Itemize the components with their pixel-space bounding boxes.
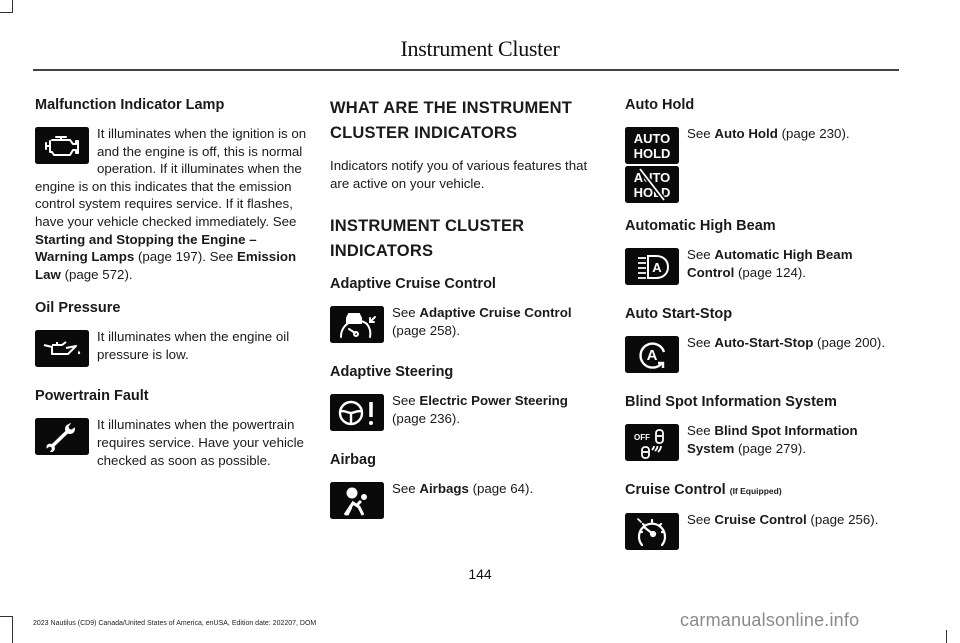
see-text: See bbox=[392, 393, 420, 409]
page-reference: (page 64). bbox=[468, 481, 534, 497]
entry-cruise-control: See Cruise Control (page 256). bbox=[625, 511, 897, 554]
see-text: See bbox=[392, 481, 420, 497]
see-text: See bbox=[687, 423, 715, 438]
section-heading-adaptive-cruise-control: Adaptive Cruise Control bbox=[330, 276, 496, 293]
auto-hold-label: AUTO HOLD bbox=[634, 131, 671, 161]
header-divider bbox=[33, 69, 899, 71]
entry-oil-pressure: It illuminates when the engine oil press… bbox=[35, 328, 307, 371]
steering-warning-icon bbox=[330, 394, 384, 432]
description-text: (page 572). bbox=[60, 266, 133, 282]
section-heading-malfunction-indicator-lamp: Malfunction Indicator Lamp bbox=[35, 97, 225, 113]
crop-mark-bottom-left-h bbox=[0, 616, 13, 617]
see-text: See bbox=[687, 126, 715, 141]
auto-high-beam-icon: A bbox=[625, 248, 679, 285]
check-engine-icon bbox=[35, 127, 89, 164]
section-heading-auto-start-stop: Auto Start-Stop bbox=[625, 306, 733, 322]
entry-powertrain-fault: It illuminates when the powertrain requi… bbox=[35, 416, 307, 469]
link-auto-start-stop[interactable]: Auto-Start-Stop bbox=[714, 335, 813, 350]
auto-hold-icons: AUTO HOLD AUTO HOLD bbox=[625, 125, 679, 203]
section-heading-airbag: Airbag bbox=[330, 452, 376, 469]
section-heading-cruise-control: Cruise Control (If Equipped) bbox=[625, 481, 897, 500]
blind-spot-off-label: OFF bbox=[634, 433, 650, 442]
link-cruise-control[interactable]: Cruise Control bbox=[714, 512, 806, 527]
adaptive-cruise-icon bbox=[330, 306, 384, 344]
section-heading-blind-spot: Blind Spot Information System bbox=[625, 394, 837, 410]
entry-blind-spot: OFF See Blind Spot Information System (p… bbox=[625, 422, 897, 465]
column-1: Malfunction Indicator Lamp It illuminate… bbox=[35, 96, 307, 485]
intro-text: Indicators notify you of various feature… bbox=[330, 158, 588, 191]
see-text: See bbox=[687, 512, 715, 527]
entry-malfunction-indicator-lamp: It illuminates when the ignition is on a… bbox=[35, 125, 307, 283]
see-text: See bbox=[687, 247, 715, 262]
page-reference: (page 236). bbox=[392, 410, 461, 426]
oil-can-icon bbox=[35, 330, 89, 368]
page-reference: (page 124). bbox=[734, 264, 806, 280]
link-auto-hold[interactable]: Auto Hold bbox=[714, 126, 778, 141]
cruise-control-heading-text: Cruise Control bbox=[625, 482, 726, 498]
section-heading-adaptive-steering: Adaptive Steering bbox=[330, 364, 454, 381]
column-2: WHAT ARE THE INSTRUMENT CLUSTER INDICATO… bbox=[330, 96, 602, 539]
entry-adaptive-cruise-control: See Adaptive Cruise Control (page 258). bbox=[330, 304, 602, 347]
page-reference: (page 200). bbox=[813, 335, 886, 350]
entry-adaptive-steering: See Electric Power Steering (page 236). bbox=[330, 392, 602, 435]
page-reference: (page 258). bbox=[392, 322, 461, 338]
auto-hold-off-icon: AUTO HOLD bbox=[625, 166, 679, 203]
watermark: carmanualsonline.info bbox=[680, 610, 860, 630]
wrench-icon bbox=[35, 418, 89, 456]
page-number: 144 bbox=[468, 566, 492, 582]
section-heading-automatic-high-beam: Automatic High Beam bbox=[625, 218, 776, 234]
entry-auto-start-stop: A See Auto-Start-Stop (page 200). bbox=[625, 334, 897, 377]
auto-high-beam-letter: A bbox=[652, 260, 662, 275]
main-heading: WHAT ARE THE INSTRUMENT CLUSTER INDICATO… bbox=[330, 99, 572, 142]
section-heading-oil-pressure: Oil Pressure bbox=[35, 300, 121, 317]
cruise-control-icon bbox=[625, 513, 679, 550]
page-reference: (page 230). bbox=[777, 126, 850, 141]
auto-hold-icon: AUTO HOLD bbox=[625, 127, 679, 164]
description-text: (page 197). See bbox=[134, 249, 238, 265]
auto-hold-label-line1: AUTO bbox=[633, 130, 671, 146]
column-3: Auto Hold AUTO HOLD AUTO HOLD See Auto H… bbox=[625, 96, 897, 570]
entry-auto-hold: AUTO HOLD AUTO HOLD See Auto Hold (page … bbox=[625, 125, 897, 203]
auto-start-stop-letter: A bbox=[647, 347, 658, 364]
sub-heading: INSTRUMENT CLUSTER INDICATORS bbox=[330, 217, 525, 261]
airbag-icon bbox=[330, 482, 384, 520]
link-airbags[interactable]: Airbags bbox=[419, 481, 469, 496]
entry-automatic-high-beam: A See Automatic High Beam Control (page … bbox=[625, 246, 897, 289]
auto-hold-label-line2: HOLD bbox=[633, 145, 671, 161]
crop-mark-bottom-left-v bbox=[12, 616, 13, 643]
page-reference: (page 256). bbox=[806, 512, 879, 527]
page-reference: (page 279). bbox=[734, 440, 807, 456]
footer-edition-info: 2023 Nautilus (CD9) Canada/United States… bbox=[33, 620, 317, 627]
if-equipped-note: (If Equipped) bbox=[729, 486, 782, 496]
see-text: See bbox=[687, 335, 715, 350]
blind-spot-off-icon: OFF bbox=[625, 424, 679, 461]
section-heading-powertrain-fault: Powertrain Fault bbox=[35, 388, 149, 405]
see-text: See bbox=[392, 305, 420, 321]
strike-through-icon bbox=[638, 167, 666, 202]
auto-start-stop-icon: A bbox=[625, 336, 679, 373]
section-heading-auto-hold: Auto Hold bbox=[625, 97, 695, 113]
link-adaptive-cruise-control[interactable]: Adaptive Cruise Control bbox=[419, 305, 571, 320]
link-electric-power-steering[interactable]: Electric Power Steering bbox=[419, 393, 568, 408]
crop-mark-bottom-right-v bbox=[946, 630, 947, 643]
entry-airbag: See Airbags (page 64). bbox=[330, 480, 602, 523]
crop-mark-top-left-h bbox=[0, 12, 13, 13]
page-header-title: Instrument Cluster bbox=[400, 36, 560, 61]
